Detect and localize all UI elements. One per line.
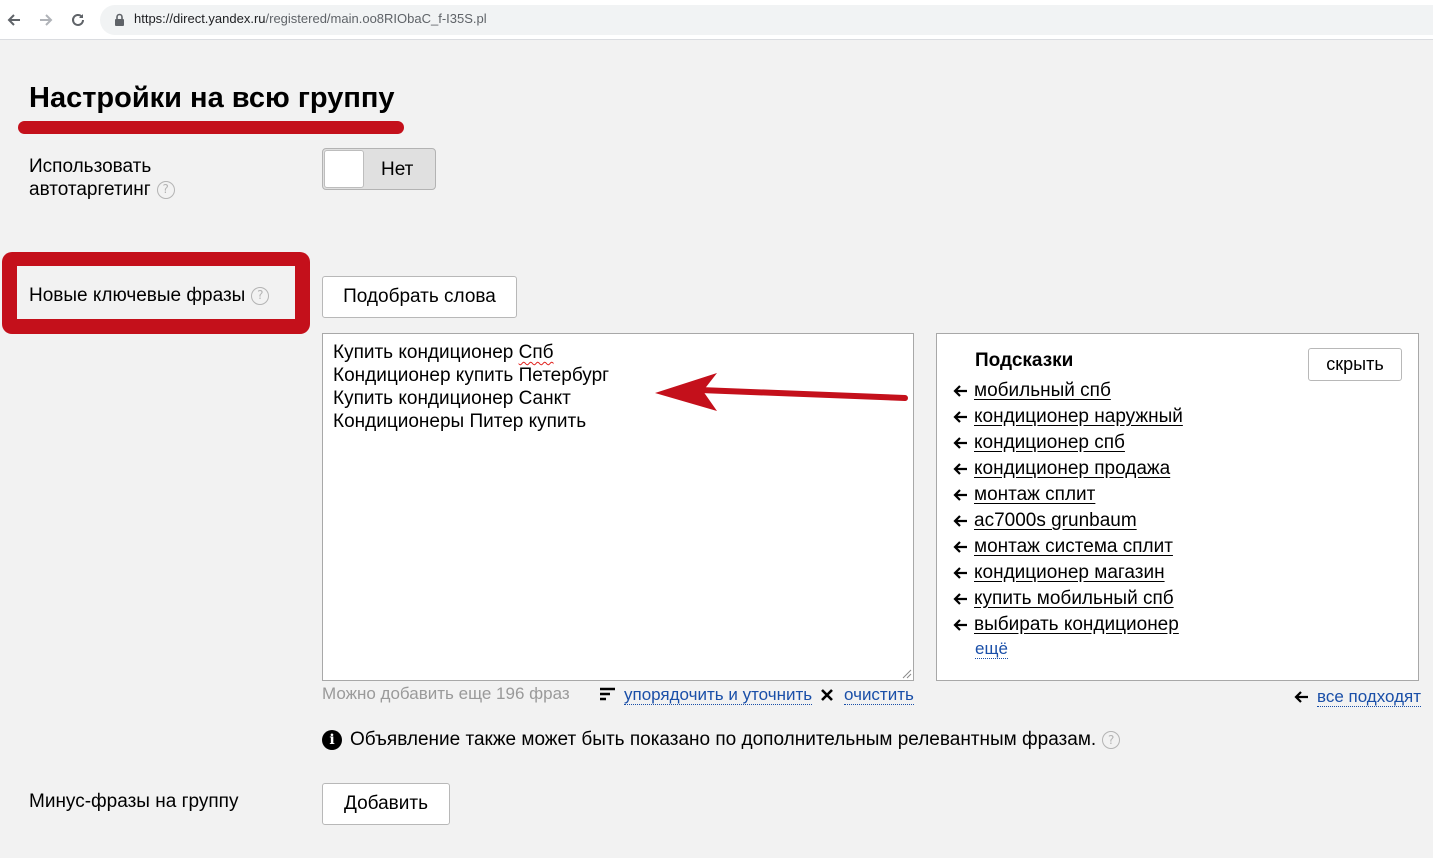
autotargeting-label: Использовать автотаргетинг? xyxy=(29,155,175,201)
hint-item[interactable]: кондиционер продажа xyxy=(952,458,1170,480)
phrase-line: Купить кондиционер Санкт xyxy=(333,388,571,409)
hint-item[interactable]: кондиционер спб xyxy=(952,432,1125,454)
hint-item[interactable]: кондиционер наружный xyxy=(952,406,1183,428)
left-arrow-icon xyxy=(953,385,967,397)
reload-button[interactable] xyxy=(66,8,90,32)
misspelled-word: Спб xyxy=(518,342,554,363)
autotargeting-toggle[interactable]: Нет xyxy=(322,148,436,190)
add-negative-phrases-button[interactable]: Добавить xyxy=(322,783,450,825)
close-icon[interactable] xyxy=(820,688,834,702)
clear-link[interactable]: очистить xyxy=(844,685,914,705)
left-arrow-icon xyxy=(953,489,967,501)
sort-refine-link[interactable]: упорядочить и уточнить xyxy=(624,685,813,705)
left-arrow-icon xyxy=(953,411,967,423)
hint-item-text[interactable]: купить мобильный спб xyxy=(974,588,1174,610)
hint-item-text[interactable]: монтаж система сплит xyxy=(974,536,1173,558)
phrase-line: Кондиционеры Питер купить xyxy=(333,411,587,432)
hint-item-text[interactable]: кондиционер магазин xyxy=(974,562,1165,584)
page-title: Настройки на всю группу xyxy=(29,82,395,114)
sort-icon[interactable] xyxy=(600,687,616,701)
left-arrow-icon xyxy=(953,541,967,553)
hint-item[interactable]: выбирать кондиционер xyxy=(952,614,1179,636)
hint-item[interactable]: купить мобильный спб xyxy=(952,588,1174,610)
url-host: https://direct.yandex.ru xyxy=(134,11,266,26)
hint-item-text[interactable]: кондиционер наружный xyxy=(974,406,1183,428)
reload-icon xyxy=(72,13,84,26)
toggle-knob xyxy=(324,150,364,188)
lock-icon xyxy=(115,13,124,26)
hint-item[interactable]: ac7000s grunbaum xyxy=(952,510,1137,532)
hint-item-text[interactable]: монтаж сплит xyxy=(974,484,1095,506)
url-text[interactable]: https://direct.yandex.ru/registered/main… xyxy=(134,11,487,26)
left-arrow-icon xyxy=(953,515,967,527)
autotargeting-label-line2: автотаргетинг xyxy=(29,179,151,200)
title-annotation-underline xyxy=(18,121,404,134)
more-hints-link[interactable]: ещё xyxy=(975,640,1008,659)
url-path: /registered/main.oo8RIObaC_f-I35S.pl xyxy=(265,11,487,26)
keywords-label: Новые ключевые фразы? xyxy=(29,284,270,307)
annotation-arrow xyxy=(655,373,908,411)
left-arrow-icon xyxy=(953,567,967,579)
all-fit-link[interactable]: все подходят xyxy=(1317,687,1422,707)
pick-words-button[interactable]: Подобрать слова xyxy=(322,276,517,318)
toggle-state-label: Нет xyxy=(381,159,414,180)
phrase-line: Кондиционер купить Петербург xyxy=(333,365,610,386)
info-icon: i xyxy=(322,730,342,750)
hint-item[interactable]: монтаж система сплит xyxy=(952,536,1173,558)
left-arrow-icon xyxy=(953,619,967,631)
resize-grip-icon[interactable] xyxy=(901,668,912,679)
phrase-line: Купить кондиционер Спб xyxy=(333,342,554,364)
hint-item[interactable]: монтаж сплит xyxy=(952,484,1095,506)
keywords-label-text: Новые ключевые фразы xyxy=(29,285,246,306)
left-arrow-icon xyxy=(953,593,967,605)
forward-button[interactable] xyxy=(34,8,58,32)
left-arrow-icon xyxy=(1294,691,1308,703)
phrase-1-prefix: Купить кондиционер xyxy=(333,342,519,363)
hints-title: Подсказки xyxy=(975,350,1074,371)
back-button[interactable] xyxy=(2,8,26,32)
help-icon[interactable]: ? xyxy=(251,286,270,305)
help-icon[interactable]: ? xyxy=(156,180,175,199)
left-arrow-icon xyxy=(953,463,967,475)
hint-item-text[interactable]: ac7000s grunbaum xyxy=(974,510,1137,532)
hint-item-text[interactable]: выбирать кондиционер xyxy=(974,614,1179,636)
info-text: Объявление также может быть показано по … xyxy=(350,729,1097,750)
hint-item-text[interactable]: кондиционер спб xyxy=(974,432,1125,454)
hint-item-text[interactable]: мобильный спб xyxy=(974,380,1111,402)
hint-item[interactable]: кондиционер магазин xyxy=(952,562,1165,584)
back-arrow-icon xyxy=(7,14,20,26)
autotargeting-label-line1: Использовать xyxy=(29,156,152,177)
forward-arrow-icon xyxy=(40,14,53,26)
hint-item[interactable]: мобильный спб xyxy=(952,380,1111,402)
info-message: i Объявление также может быть показано п… xyxy=(322,729,1121,751)
browser-toolbar: https://direct.yandex.ru/registered/main… xyxy=(0,0,1433,40)
help-icon[interactable]: ? xyxy=(1102,731,1121,749)
hide-hints-button[interactable]: скрыть xyxy=(1308,348,1402,381)
remaining-phrases-note: Можно добавить еще 196 фраз xyxy=(322,684,570,703)
left-arrow-icon xyxy=(953,437,967,449)
hint-item-text[interactable]: кондиционер продажа xyxy=(974,458,1170,480)
negative-phrases-label: Минус-фразы на группу xyxy=(29,791,239,812)
